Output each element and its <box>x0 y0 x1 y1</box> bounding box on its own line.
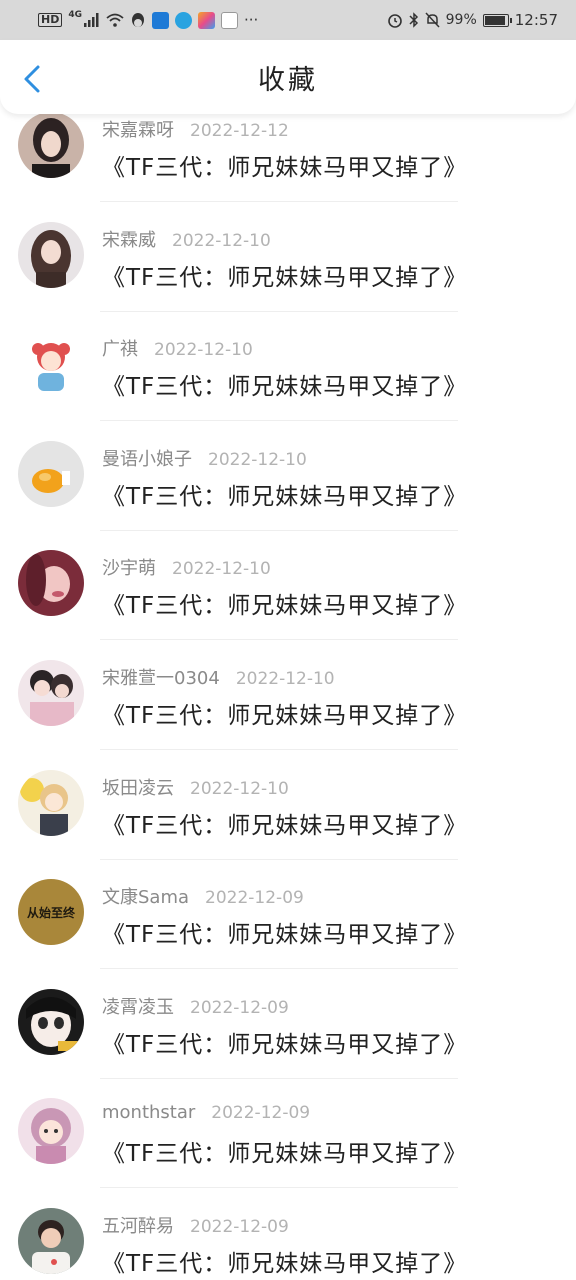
more-notifications-icon: ··· <box>244 11 259 29</box>
divider <box>100 420 458 422</box>
music-app-icon <box>175 11 192 29</box>
hd-badge: HD <box>38 13 63 27</box>
avatar[interactable] <box>18 1207 84 1274</box>
avatar[interactable] <box>18 112 84 178</box>
avatar[interactable] <box>18 331 84 398</box>
story-title[interactable]: 《TF三代：师兄妹妹马甲又掉了》 <box>102 1025 467 1059</box>
avatar[interactable] <box>18 550 84 617</box>
story-title[interactable]: 《TF三代：师兄妹妹马甲又掉了》 <box>102 148 467 182</box>
story-title[interactable]: 《TF三代：师兄妹妹马甲又掉了》 <box>102 915 467 949</box>
user-name[interactable]: 坂田凌云 <box>102 774 174 800</box>
avatar[interactable] <box>18 1098 84 1165</box>
avatar[interactable] <box>18 659 84 726</box>
post-date: 2022-12-10 <box>172 230 271 251</box>
list-item[interactable]: 沙宇萌 2022-12-10 《TF三代：师兄妹妹马甲又掉了》 <box>0 542 576 652</box>
list-item[interactable]: 凌霄凌玉 2022-12-09 《TF三代：师兄妹妹马甲又掉了》 <box>0 981 576 1091</box>
user-name[interactable]: 曼语小娘子 <box>102 445 192 471</box>
divider <box>100 201 458 202</box>
avatar[interactable] <box>18 221 84 288</box>
avatar[interactable] <box>18 440 84 507</box>
user-name[interactable]: 凌霄凌玉 <box>102 993 174 1019</box>
user-name[interactable]: 宋嘉霖呀 <box>102 116 174 142</box>
post-date: 2022-12-10 <box>235 668 335 689</box>
user-name[interactable]: 文康Sama <box>102 883 189 909</box>
post-date: 2022-12-10 <box>208 449 307 470</box>
colorful-app-icon <box>198 11 215 29</box>
list-item[interactable]: 广祺 2022-12-10 《TF三代：师兄妹妹马甲又掉了》 <box>0 323 576 433</box>
story-title[interactable]: 《TF三代：师兄妹妹马甲又掉了》 <box>102 367 467 401</box>
divider <box>100 310 458 312</box>
story-title[interactable]: 《TF三代：师兄妹妹马甲又掉了》 <box>102 258 467 292</box>
story-title[interactable]: 《TF三代：师兄妹妹马甲又掉了》 <box>102 1134 467 1168</box>
divider <box>100 1077 458 1079</box>
app-notification-icon <box>152 11 169 29</box>
photo-app-icon <box>221 11 238 29</box>
post-date: 2022-12-10 <box>154 340 253 361</box>
divider <box>100 639 458 641</box>
page-title: 收藏 <box>258 64 318 96</box>
status-bar-left: HD 4G ··· <box>38 10 259 29</box>
user-name[interactable]: 沙宇萌 <box>102 554 156 580</box>
post-date: 2022-12-09 <box>211 1103 311 1124</box>
divider <box>100 748 458 750</box>
post-date: 2022-12-09 <box>190 1216 289 1237</box>
post-date: 2022-12-12 <box>190 121 289 141</box>
user-name[interactable]: monthstar <box>102 1102 195 1123</box>
story-title[interactable]: 《TF三代：师兄妹妹马甲又掉了》 <box>102 696 467 730</box>
network-type: 4G <box>68 10 82 20</box>
status-bar: HD 4G ··· 99% 12:57 <box>0 0 576 40</box>
divider <box>100 529 458 531</box>
avatar[interactable]: 从始至终 <box>18 879 84 946</box>
back-button[interactable] <box>18 64 48 94</box>
avatar-caption: 从始至终 <box>27 905 76 920</box>
battery-icon <box>482 13 512 27</box>
clock: 12:57 <box>514 11 558 29</box>
page-header: 收藏 <box>0 40 576 114</box>
list-item[interactable]: 宋雅萱一0304 2022-12-10 《TF三代：师兄妹妹马甲又掉了》 <box>0 652 576 762</box>
user-name[interactable]: 广祺 <box>102 335 138 361</box>
story-title[interactable]: 《TF三代：师兄妹妹马甲又掉了》 <box>102 1244 467 1278</box>
divider <box>100 968 458 970</box>
battery-percent: 99% <box>445 12 477 28</box>
signal-icon <box>84 13 100 27</box>
list-item[interactable]: 从始至终 文康Sama 2022-12-09 《TF三代：师兄妹妹马甲又掉了》 <box>0 871 576 981</box>
user-name[interactable]: 宋雅萱一0304 <box>102 664 220 690</box>
wifi-icon <box>106 13 124 27</box>
favorites-list: 宋嘉霖呀 2022-12-12 《TF三代：师兄妹妹马甲又掉了》 宋霖威 2022-… <box>0 104 576 1280</box>
list-item[interactable]: 曼语小娘子 2022-12-10 《TF三代：师兄妹妹马甲又掉了》 <box>0 433 576 543</box>
user-name[interactable]: 五河醉易 <box>102 1212 174 1238</box>
post-date: 2022-12-09 <box>190 997 289 1018</box>
user-name[interactable]: 宋霖威 <box>102 226 156 252</box>
status-bar-right: 99% 12:57 <box>387 11 558 29</box>
story-title[interactable]: 《TF三代：师兄妹妹马甲又掉了》 <box>102 806 467 840</box>
list-item[interactable]: 宋霖威 2022-12-10 《TF三代：师兄妹妹马甲又掉了》 <box>0 214 576 324</box>
story-title[interactable]: 《TF三代：师兄妹妹马甲又掉了》 <box>102 586 467 620</box>
list-item[interactable]: 坂田凌云 2022-12-10 《TF三代：师兄妹妹马甲又掉了》 <box>0 762 576 872</box>
list-item[interactable]: 宋嘉霖呀 2022-12-12 《TF三代：师兄妹妹马甲又掉了》 <box>0 104 576 214</box>
story-title[interactable]: 《TF三代：师兄妹妹马甲又掉了》 <box>102 477 467 511</box>
post-date: 2022-12-10 <box>172 559 271 580</box>
alarm-icon <box>387 12 403 28</box>
chevron-left-icon <box>24 65 40 93</box>
post-date: 2022-12-10 <box>190 778 289 799</box>
post-date: 2022-12-09 <box>205 888 304 909</box>
list-item[interactable]: 五河醉易 2022-12-09 《TF三代：师兄妹妹马甲又掉了》 <box>0 1200 576 1280</box>
divider <box>100 1187 458 1189</box>
list-item[interactable]: monthstar 2022-12-09 《TF三代：师兄妹妹马甲又掉了》 <box>0 1090 576 1200</box>
qq-penguin-icon <box>130 12 146 29</box>
mute-bell-icon <box>425 12 440 28</box>
divider <box>100 858 458 860</box>
avatar[interactable] <box>18 988 84 1055</box>
bluetooth-icon <box>409 12 419 28</box>
avatar[interactable] <box>18 769 84 836</box>
